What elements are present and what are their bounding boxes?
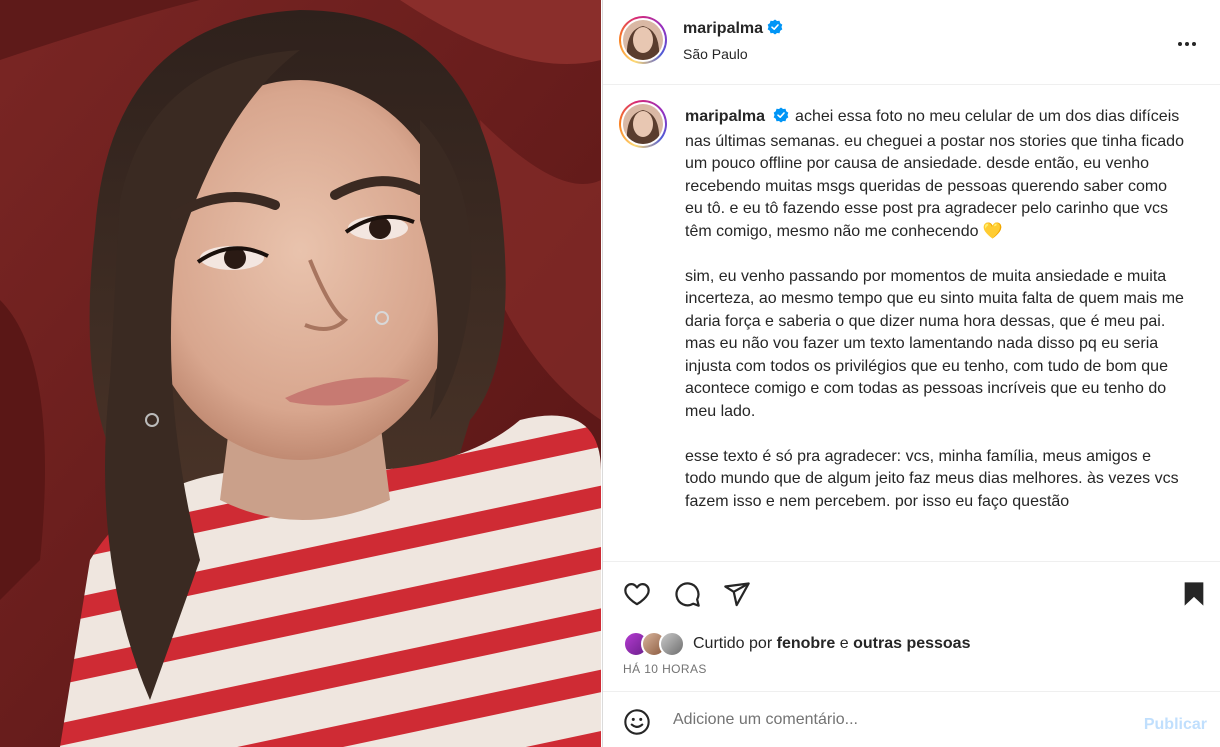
liked-by-user[interactable]: fenobre bbox=[777, 635, 836, 653]
caption-username[interactable]: maripalma bbox=[685, 108, 765, 125]
comment-input[interactable] bbox=[673, 708, 1113, 732]
post-details-panel: maripalma São Paulo maripalma achei essa … bbox=[602, 0, 1220, 747]
author-username[interactable]: maripalma bbox=[683, 20, 763, 37]
caption-body: achei essa foto no meu celular de um dos… bbox=[685, 108, 1184, 510]
likes-conjunction: e bbox=[839, 635, 849, 652]
post-actions: Curtido por fenobre e outras pessoas HÁ … bbox=[603, 561, 1220, 691]
liked-by-avatars[interactable] bbox=[623, 631, 685, 657]
share-icon[interactable] bbox=[723, 580, 751, 613]
more-horizontal-icon[interactable] bbox=[1175, 32, 1199, 61]
caption-section: maripalma achei essa foto no meu celular … bbox=[603, 86, 1220, 560]
post-location[interactable]: São Paulo bbox=[683, 46, 748, 62]
emoji-icon[interactable] bbox=[623, 708, 651, 741]
caption-avatar[interactable] bbox=[619, 100, 667, 148]
post-image[interactable] bbox=[0, 0, 601, 747]
heart-icon[interactable] bbox=[623, 580, 651, 613]
caption-text: maripalma achei essa foto no meu celular … bbox=[685, 106, 1185, 513]
author-avatar[interactable] bbox=[619, 16, 667, 64]
liked-by-others[interactable]: outras pessoas bbox=[853, 635, 970, 653]
post-header: maripalma São Paulo bbox=[603, 0, 1220, 85]
comment-bar: Publicar bbox=[603, 691, 1220, 747]
avatar bbox=[659, 631, 685, 657]
post-timestamp[interactable]: HÁ 10 HORAS bbox=[623, 662, 707, 676]
publish-button[interactable]: Publicar bbox=[1144, 716, 1207, 734]
likes-summary: Curtido por fenobre e outras pessoas bbox=[623, 630, 970, 658]
comment-icon[interactable] bbox=[673, 580, 701, 613]
verified-badge-icon bbox=[773, 107, 789, 131]
verified-badge-icon bbox=[767, 19, 783, 40]
likes-prefix: Curtido por bbox=[693, 635, 773, 652]
bookmark-icon[interactable] bbox=[1180, 580, 1208, 613]
